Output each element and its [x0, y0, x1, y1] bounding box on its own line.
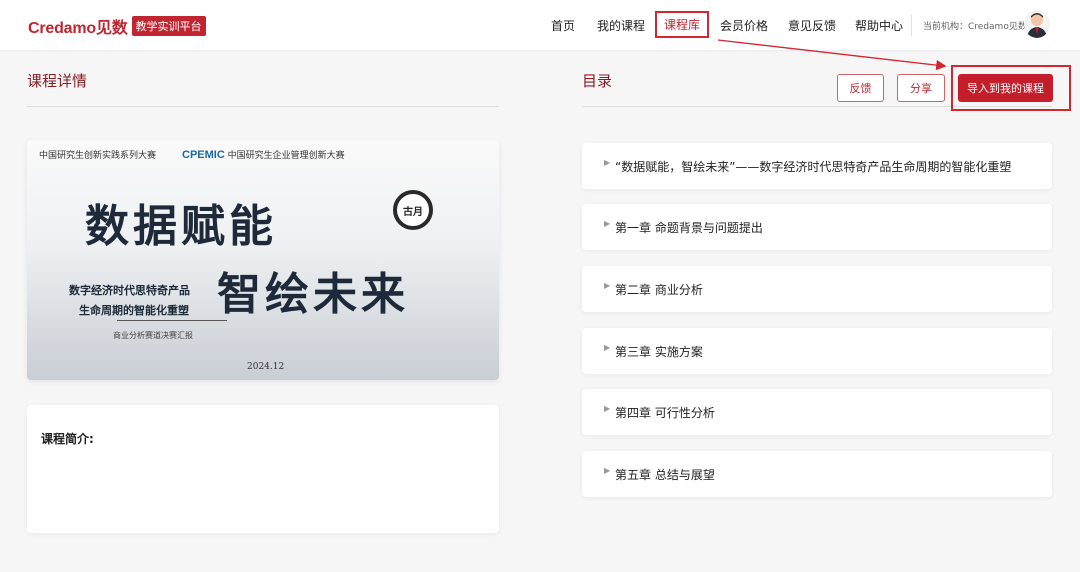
nav-feedback[interactable]: 意见反馈 — [788, 17, 836, 34]
nav-course-library[interactable]: 课程库 — [655, 11, 710, 38]
main-nav: 首页 我的课程 课程库 会员价格 意见反馈 帮助中心 — [0, 0, 1080, 50]
course-intro-label: 课程简介: — [41, 432, 94, 446]
divider — [27, 106, 499, 107]
banner-org2-text: 中国研究生企业管理创新大赛 — [227, 151, 345, 161]
banner-subtitle-3: 商业分析赛道决赛汇报 — [113, 331, 193, 340]
caret-right-icon: ▶ — [604, 343, 611, 352]
nav-home[interactable]: 首页 — [551, 17, 575, 34]
course-details-title: 课程详情 — [27, 72, 88, 90]
caret-right-icon: ▶ — [604, 158, 611, 167]
seal-icon: 古月 — [393, 190, 433, 230]
catalog-item-label: 第一章 命题背景与问题提出 — [615, 221, 763, 235]
subtitle-underline — [117, 320, 227, 321]
catalog-item-label: 第三章 实施方案 — [615, 345, 703, 359]
caret-right-icon: ▶ — [604, 404, 611, 413]
caret-right-icon: ▶ — [604, 281, 611, 290]
banner-org-name: 中国研究生创新实践系列大赛 — [39, 151, 157, 161]
cpemic-logo-text: CPEMIC — [182, 149, 225, 161]
top-header: Credamo见数 教学实训平台 首页 我的课程 课程库 会员价格 意见反馈 帮… — [0, 0, 1080, 50]
caret-right-icon: ▶ — [604, 219, 611, 228]
course-details-section: 课程详情 — [27, 70, 499, 107]
catalog-item[interactable]: ▶ “数据赋能，智绘未来”——数字经济时代思特奇产品生命周期的智能化重塑 — [582, 143, 1052, 189]
banner-date: 2024.12 — [247, 362, 285, 372]
avatar[interactable] — [1024, 10, 1050, 38]
share-button[interactable]: 分享 — [897, 74, 945, 102]
catalog-item-label: 第二章 商业分析 — [615, 283, 703, 297]
catalog-item-label: 第五章 总结与展望 — [615, 468, 715, 482]
banner-title-2: 智绘未来 — [217, 269, 409, 320]
current-org: 当前机构：Credamo见数 — [923, 22, 1027, 32]
nav-membership-price[interactable]: 会员价格 — [720, 17, 768, 34]
import-highlight-box — [951, 65, 1071, 111]
catalog-item[interactable]: ▶ 第四章 可行性分析 — [582, 389, 1052, 435]
catalog-item-label: “数据赋能，智绘未来”——数字经济时代思特奇产品生命周期的智能化重塑 — [615, 160, 1012, 174]
nav-divider — [911, 14, 912, 36]
banner-org-name-2: CPEMIC 中国研究生企业管理创新大赛 — [182, 148, 345, 161]
course-intro-card: 课程简介: — [27, 405, 499, 533]
banner-subtitle-1: 数字经济时代思特奇产品 — [69, 284, 190, 297]
banner-subtitle-2: 生命周期的智能化重塑 — [79, 304, 189, 317]
banner-title-1: 数据赋能 — [85, 201, 277, 252]
nav-help-center[interactable]: 帮助中心 — [855, 17, 903, 34]
course-cover-image: 中国研究生创新实践系列大赛 CPEMIC 中国研究生企业管理创新大赛 数据赋能 … — [27, 140, 499, 380]
nav-my-courses[interactable]: 我的课程 — [597, 17, 645, 34]
catalog-item[interactable]: ▶ 第一章 命题背景与问题提出 — [582, 204, 1052, 250]
catalog-item[interactable]: ▶ 第二章 商业分析 — [582, 266, 1052, 312]
catalog-item[interactable]: ▶ 第三章 实施方案 — [582, 328, 1052, 374]
catalog-item[interactable]: ▶ 第五章 总结与展望 — [582, 451, 1052, 497]
catalog-item-label: 第四章 可行性分析 — [615, 406, 715, 420]
feedback-button[interactable]: 反馈 — [837, 74, 884, 102]
caret-right-icon: ▶ — [604, 466, 611, 475]
